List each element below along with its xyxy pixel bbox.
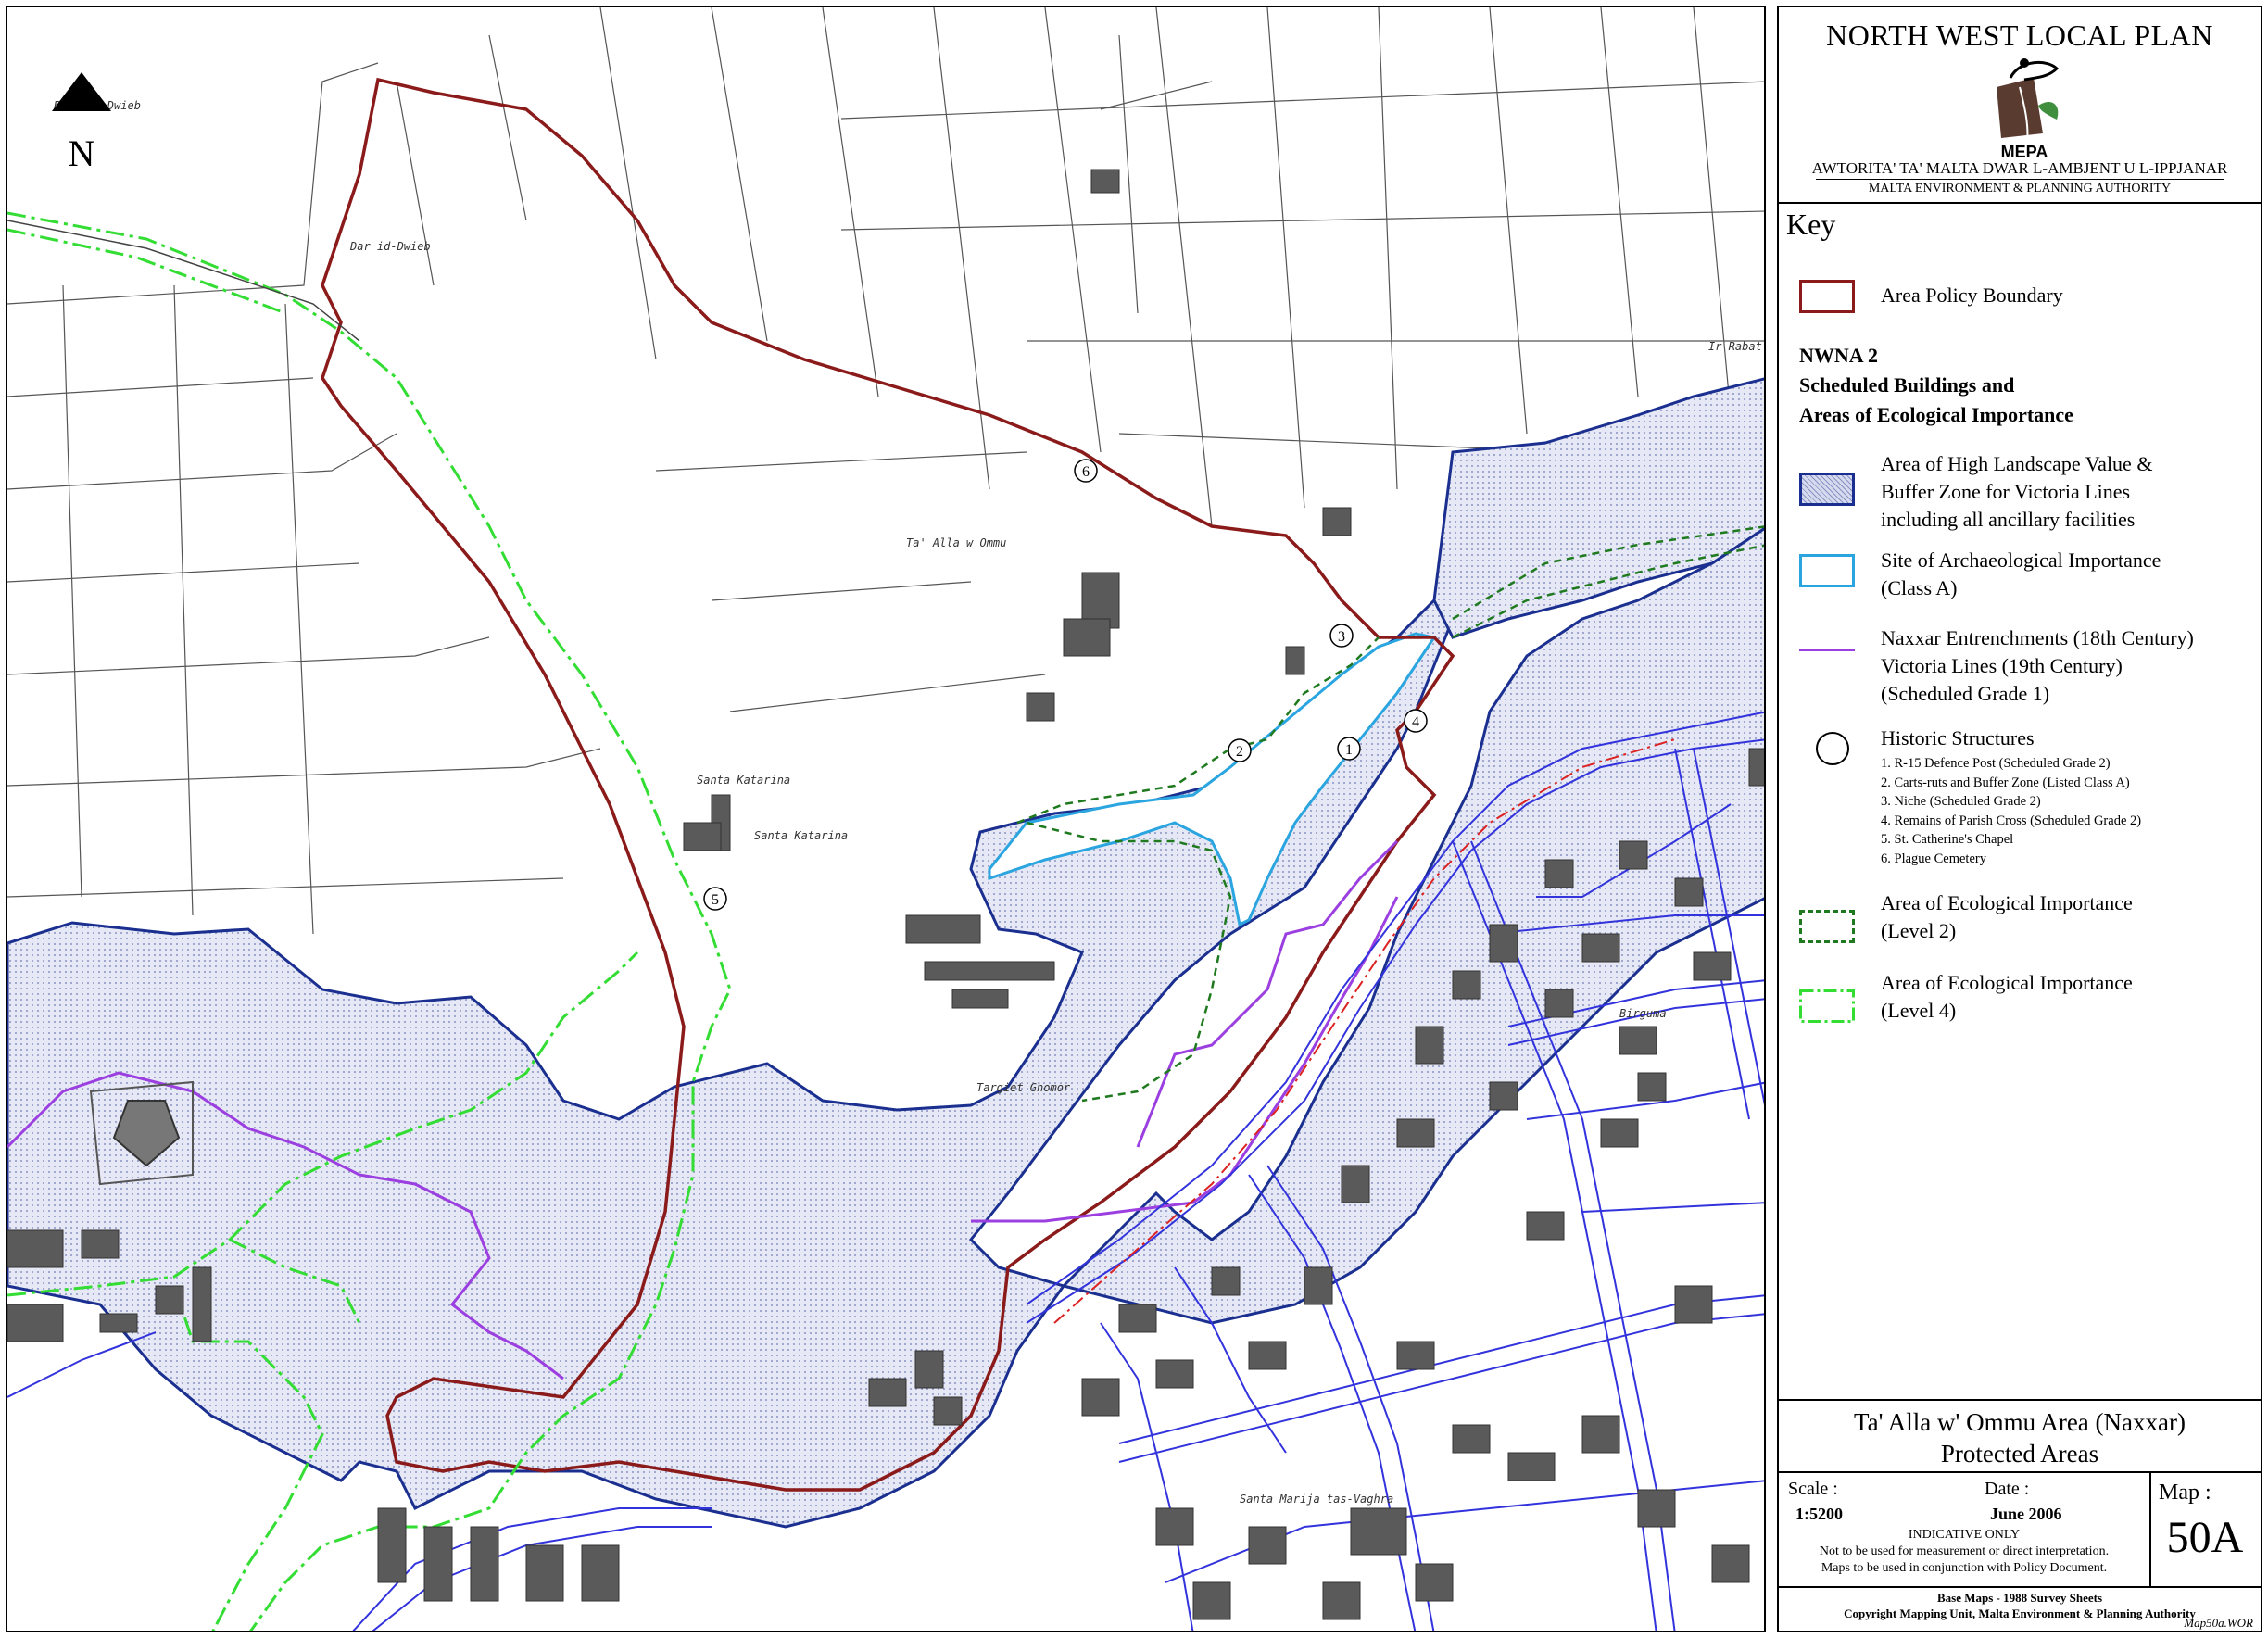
historic-item-2: 2. Carts-ruts and Buffer Zone (Listed Cl… <box>1881 775 2130 790</box>
landscape-label-line-2: Buffer Zone for Victoria Lines <box>1881 480 2131 503</box>
info-main: Scale : 1:5200 Date : June 2006 INDICATI… <box>1779 1473 2151 1588</box>
archaeology-label-line-1: Site of Archaeological Importance <box>1881 548 2161 572</box>
section-heading: NWNA 2 Scheduled Buildings and Areas of … <box>1799 341 2073 430</box>
footer-block: Base Maps - 1988 Survey Sheets Copyright… <box>1779 1586 2261 1632</box>
historic-item-1: 1. R-15 Defence Post (Scheduled Grade 2) <box>1881 756 2110 771</box>
logo-text: MEPA <box>2001 143 2048 161</box>
header-block: NORTH WEST LOCAL PLAN MEPA AWTORITA' TA'… <box>1779 7 2261 204</box>
entrenchments-label: Naxxar Entrenchments (18th Century) Vict… <box>1881 624 2194 708</box>
north-arrow: N <box>44 67 119 178</box>
eco2-swatch <box>1799 910 1855 943</box>
map-title-block: Ta' Alla w' Ommu Area (Naxxar) Protected… <box>1779 1399 2261 1471</box>
landscape-label-line-3: including all ancillary facilities <box>1881 508 2136 531</box>
marker-5-label: 5 <box>712 892 719 908</box>
note-line-3: Maps to be used in conjunction with Poli… <box>1821 1561 2108 1575</box>
map-svg[interactable]: Dar id-Dwieb Ta' Alla w Ommu Santa Katar… <box>7 7 1766 1632</box>
footer-line-1: Base Maps - 1988 Survey Sheets <box>1936 1591 2103 1605</box>
place-label-santa-katarina-2: Santa Katarina <box>754 829 848 842</box>
place-label-santa-katarina-1: Santa Katarina <box>697 774 790 787</box>
marker-4-label: 4 <box>1412 714 1419 730</box>
landscape-swatch <box>1799 472 1855 506</box>
date-label: Date : <box>1984 1479 2030 1499</box>
historic-item-6: 6. Plague Cemetery <box>1881 850 1986 866</box>
marker-6[interactable]: 6 <box>1074 459 1098 483</box>
entrenchments-label-line-1: Naxxar Entrenchments (18th Century) <box>1881 626 2194 649</box>
entrenchments-label-line-2: Victoria Lines (19th Century) <box>1881 654 2123 677</box>
map-number: 50A <box>2166 1513 2244 1562</box>
key-title: Key <box>1786 208 1836 241</box>
place-label-ta-alla-w-ommu: Ta' Alla w Ommu <box>906 536 1006 549</box>
marker-1-label: 1 <box>1345 742 1353 758</box>
place-label-targiet-ghomor: Targiet Ghomor <box>976 1081 1071 1094</box>
archaeology-label-line-2: (Class A) <box>1881 576 1958 599</box>
railway-line <box>7 220 360 342</box>
authority-maltese: AWTORITA' TA' MALTA DWAR L-AMBJENT U L-I… <box>1811 159 2228 177</box>
marker-3-label: 3 <box>1338 629 1345 645</box>
marker-1[interactable]: 1 <box>1337 737 1361 761</box>
marker-2[interactable]: 2 <box>1228 738 1252 762</box>
note-line-1: INDICATIVE ONLY <box>1908 1528 2021 1542</box>
eco4-swatch <box>1799 989 1855 1023</box>
info-block: Scale : 1:5200 Date : June 2006 INDICATI… <box>1779 1471 2261 1588</box>
map-canvas[interactable]: Dar id-Dwieb Ta' Alla w Ommu Santa Katar… <box>6 6 1766 1632</box>
scale-label: Scale : <box>1788 1479 1838 1499</box>
place-label-ir-rabat: Ir-Rabat San Piet <box>1708 340 1766 353</box>
historic-item-4: 4. Remains of Parish Cross (Scheduled Gr… <box>1881 813 2142 828</box>
legend-panel: NORTH WEST LOCAL PLAN MEPA AWTORITA' TA'… <box>1777 6 2262 1632</box>
eco2-label: Area of Ecological Importance (Level 2) <box>1881 889 2133 945</box>
boundary-label: Area Policy Boundary <box>1881 284 2063 307</box>
eco4-label: Area of Ecological Importance (Level 4) <box>1881 969 2133 1025</box>
section-heading-line-3: Areas of Ecological Importance <box>1799 403 2073 426</box>
historic-structures-list: 1. R-15 Defence Post (Scheduled Grade 2)… <box>1881 754 2141 868</box>
marker-6-label: 6 <box>1082 464 1090 480</box>
section-heading-line-1: NWNA 2 <box>1799 344 1878 367</box>
boundary-swatch <box>1799 280 1855 313</box>
landscape-label: Area of High Landscape Value & Buffer Zo… <box>1881 450 2152 534</box>
eco4-label-line-1: Area of Ecological Importance <box>1881 971 2133 994</box>
footer-file: Map50a.WOR <box>2184 1616 2253 1630</box>
historic-item-3: 3. Niche (Scheduled Grade 2) <box>1881 794 2041 809</box>
plan-title: NORTH WEST LOCAL PLAN <box>1826 19 2213 52</box>
historic-item-5: 5. St. Catherine's Chapel <box>1881 832 2014 847</box>
landscape-label-line-1: Area of High Landscape Value & <box>1881 452 2153 475</box>
eco4-label-line-2: (Level 4) <box>1881 999 1957 1022</box>
historic-label: Historic Structures <box>1881 726 2035 750</box>
authority-divider <box>1816 179 2224 180</box>
map-title-line-2: Protected Areas <box>1940 1440 2099 1468</box>
entrenchments-label-line-3: (Scheduled Grade 1) <box>1881 682 2050 705</box>
marker-2-label: 2 <box>1236 744 1243 760</box>
north-label: N <box>68 132 95 174</box>
place-label-dar-id-dwieb: Dar id-Dwieb <box>349 240 431 253</box>
authority-english: MALTA ENVIRONMENT & PLANNING AUTHORITY <box>1868 182 2172 195</box>
mepa-logo-icon: MEPA <box>1997 58 2060 161</box>
entrenchments-swatch <box>1799 649 1855 651</box>
marker-4[interactable]: 4 <box>1404 709 1428 733</box>
marker-3[interactable]: 3 <box>1329 624 1354 648</box>
archaeology-swatch <box>1799 554 1855 587</box>
map-title-line-1: Ta' Alla w' Ommu Area (Naxxar) <box>1854 1408 2186 1436</box>
scale-value: 1:5200 <box>1796 1505 1843 1523</box>
historic-circle-icon <box>1816 732 1849 765</box>
eco2-label-line-2: (Level 2) <box>1881 919 1957 942</box>
north-arrow-icon <box>52 72 111 111</box>
place-label-birguma: Birguma <box>1619 1007 1667 1020</box>
marker-5[interactable]: 5 <box>703 887 727 911</box>
map-number-label: Map : <box>2159 1480 2211 1505</box>
section-heading-line-2: Scheduled Buildings and <box>1799 373 2015 397</box>
note-line-2: Not to be used for measurement or direct… <box>1819 1544 2110 1558</box>
archaeology-label: Site of Archaeological Importance (Class… <box>1881 547 2161 602</box>
date-value: June 2006 <box>1990 1505 2062 1523</box>
eco2-label-line-1: Area of Ecological Importance <box>1881 891 2133 914</box>
place-label-santa-marija: Santa Marija tas-Vaghra <box>1240 1493 1393 1506</box>
